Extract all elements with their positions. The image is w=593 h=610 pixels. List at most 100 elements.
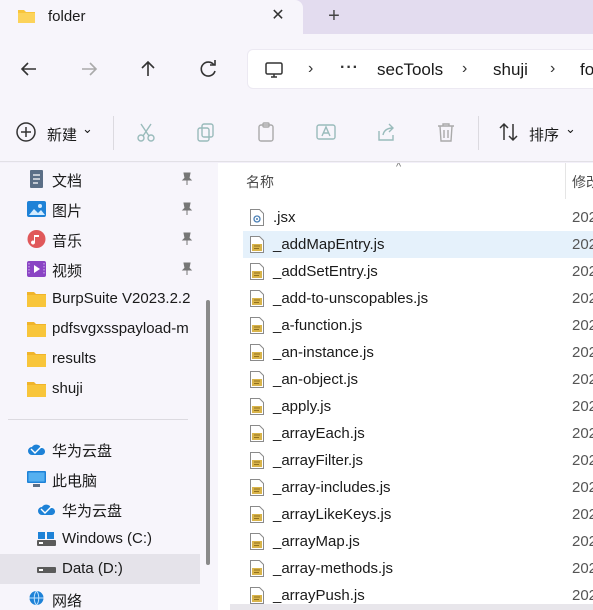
- js-file-icon: [250, 425, 264, 442]
- sidebar-item-pdfsvgxsspayload[interactable]: pdfsvgxsspayload-m: [0, 314, 200, 344]
- address-bar[interactable]: › ··· secTools › shuji › fo: [247, 49, 593, 89]
- rename-button[interactable]: [315, 121, 337, 145]
- file-row[interactable]: _arrayFilter.js 202: [243, 447, 593, 474]
- arrow-up-icon: [141, 60, 155, 76]
- sidebar-item-results[interactable]: results: [0, 344, 200, 374]
- file-name: _arrayLikeKeys.js: [273, 506, 392, 523]
- chevron-down-icon: ⌄: [82, 121, 93, 136]
- cloud-icon: [28, 444, 46, 455]
- file-date: 202: [572, 587, 593, 604]
- file-name: _an-instance.js: [273, 344, 374, 361]
- file-name: _a-function.js: [273, 317, 363, 334]
- cut-button[interactable]: [135, 121, 157, 145]
- file-date: 202: [572, 371, 593, 388]
- js-file-icon: [250, 479, 264, 496]
- paste-button[interactable]: [255, 121, 277, 145]
- file-date: 202: [572, 317, 593, 334]
- nav-pane-scrollbar[interactable]: [206, 300, 210, 565]
- js-file-icon: [250, 317, 264, 334]
- pane-divider: [8, 419, 188, 420]
- sidebar-item-documents[interactable]: 文档: [0, 164, 200, 194]
- sidebar-item-network[interactable]: 网络: [0, 584, 200, 610]
- file-row[interactable]: .jsx 202: [243, 204, 593, 231]
- file-date: 202: [572, 398, 593, 415]
- sidebar-item-pictures[interactable]: 图片: [0, 194, 200, 224]
- sidebar-item-videos[interactable]: 视频: [0, 254, 200, 284]
- sidebar-item-burpsuite[interactable]: BurpSuite V2023.2.2: [0, 284, 200, 314]
- file-row[interactable]: _a-function.js 202: [243, 312, 593, 339]
- sidebar-item-music[interactable]: 音乐: [0, 224, 200, 254]
- column-separator[interactable]: [565, 163, 566, 199]
- file-date: 202: [572, 506, 593, 523]
- js-file-icon: [250, 506, 264, 523]
- file-name: _add-to-unscopables.js: [273, 290, 429, 307]
- sidebar-item-this-pc[interactable]: 此电脑: [0, 464, 200, 494]
- breadcrumb-shuji[interactable]: shuji: [493, 60, 528, 80]
- column-name[interactable]: 名称: [246, 172, 274, 192]
- music-icon: [27, 230, 46, 248]
- command-bar: 新建 ⌄ 排序 ⌄: [0, 104, 593, 162]
- sidebar-item-shuji[interactable]: shuji: [0, 374, 200, 404]
- refresh-button[interactable]: [196, 57, 220, 81]
- breadcrumb-folder[interactable]: fo: [580, 60, 593, 80]
- delete-button[interactable]: [435, 121, 457, 145]
- sort-icon: [499, 122, 518, 142]
- file-row[interactable]: _an-object.js 202: [243, 366, 593, 393]
- new-button[interactable]: 新建 ⌄: [15, 121, 95, 145]
- js-file-icon: [250, 344, 264, 361]
- sidebar-item-huawei-cloud-drive[interactable]: 华为云盘: [0, 494, 200, 524]
- horizontal-scrollbar[interactable]: [230, 604, 593, 610]
- file-row[interactable]: _array-includes.js 202: [243, 474, 593, 501]
- forward-button[interactable]: [77, 57, 101, 81]
- pin-icon[interactable]: [180, 232, 194, 246]
- file-row[interactable]: _arrayMap.js 202: [243, 528, 593, 555]
- back-button[interactable]: [17, 57, 41, 81]
- config-file-icon: [250, 209, 264, 226]
- file-name: _addSetEntry.js: [273, 263, 378, 280]
- navigation-bar: › ··· secTools › shuji › fo: [0, 34, 593, 104]
- breadcrumb-sectools[interactable]: secTools: [377, 60, 443, 80]
- sidebar-item-huawei-cloud[interactable]: 华为云盘: [0, 434, 200, 464]
- monitor-icon: [265, 62, 283, 78]
- sidebar-item-data-d[interactable]: Data (D:): [0, 554, 200, 584]
- close-tab-icon[interactable]: ✕: [270, 8, 286, 24]
- file-row[interactable]: _apply.js 202: [243, 393, 593, 420]
- divider: [478, 116, 479, 150]
- file-list: ^ 名称 修改 .jsx202_addMapEntry.js202_addSet…: [218, 163, 593, 610]
- refresh-icon: [200, 60, 216, 77]
- file-date: 202: [572, 560, 593, 577]
- file-row[interactable]: _arrayEach.js 202: [243, 420, 593, 447]
- file-row[interactable]: _addSetEntry.js 202: [243, 258, 593, 285]
- js-file-icon: [250, 398, 264, 415]
- file-row[interactable]: _add-to-unscopables.js 202: [243, 285, 593, 312]
- file-date: 202: [572, 236, 593, 253]
- file-name: _addMapEntry.js: [273, 236, 385, 253]
- copy-button[interactable]: [195, 121, 217, 145]
- pin-icon[interactable]: [180, 202, 194, 216]
- new-tab-button[interactable]: +: [325, 6, 343, 26]
- breadcrumb-overflow[interactable]: ···: [340, 59, 359, 77]
- sidebar-item-windows-c[interactable]: Windows (C:): [0, 524, 200, 554]
- title-bar: folder ✕ +: [0, 0, 593, 34]
- tab-folder[interactable]: folder ✕: [0, 0, 303, 34]
- file-row[interactable]: _arrayLikeKeys.js 202: [243, 501, 593, 528]
- pin-icon[interactable]: [180, 172, 194, 186]
- documents-icon: [30, 170, 43, 188]
- file-name: _arrayFilter.js: [273, 452, 364, 469]
- column-date-modified[interactable]: 修改: [572, 172, 593, 192]
- file-row[interactable]: _array-methods.js 202: [243, 555, 593, 582]
- share-icon: [378, 123, 394, 141]
- pictures-icon: [27, 201, 46, 217]
- sort-caret-icon: ^: [396, 163, 402, 173]
- file-row[interactable]: _an-instance.js 202: [243, 339, 593, 366]
- file-name: _arrayEach.js: [273, 425, 365, 442]
- pin-icon[interactable]: [180, 262, 194, 276]
- share-button[interactable]: [375, 121, 397, 145]
- folder-icon: [27, 292, 46, 307]
- up-button[interactable]: [136, 57, 160, 81]
- file-name: .jsx: [273, 209, 296, 226]
- js-file-icon: [250, 236, 264, 253]
- file-date: 202: [572, 263, 593, 280]
- sort-button[interactable]: 排序 ⌄: [498, 121, 578, 145]
- file-row[interactable]: _addMapEntry.js 202: [243, 231, 593, 258]
